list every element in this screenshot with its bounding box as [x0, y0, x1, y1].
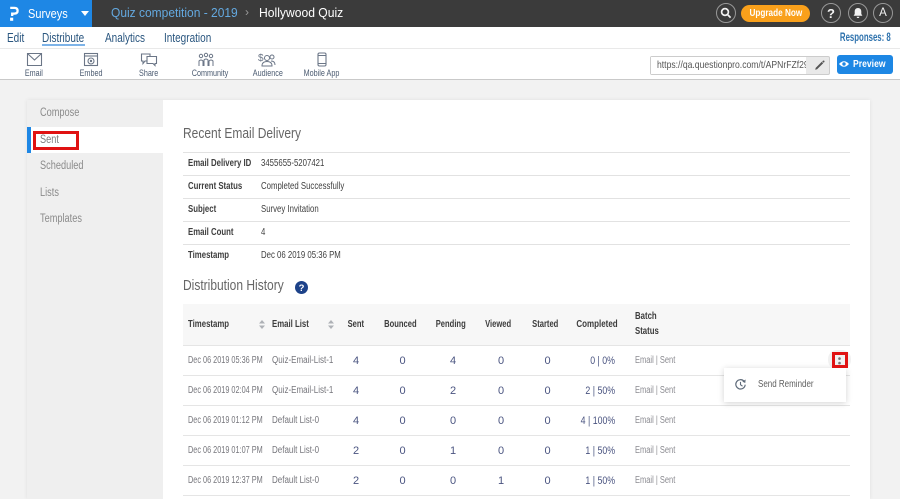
svg-text:?: ? [299, 282, 305, 293]
